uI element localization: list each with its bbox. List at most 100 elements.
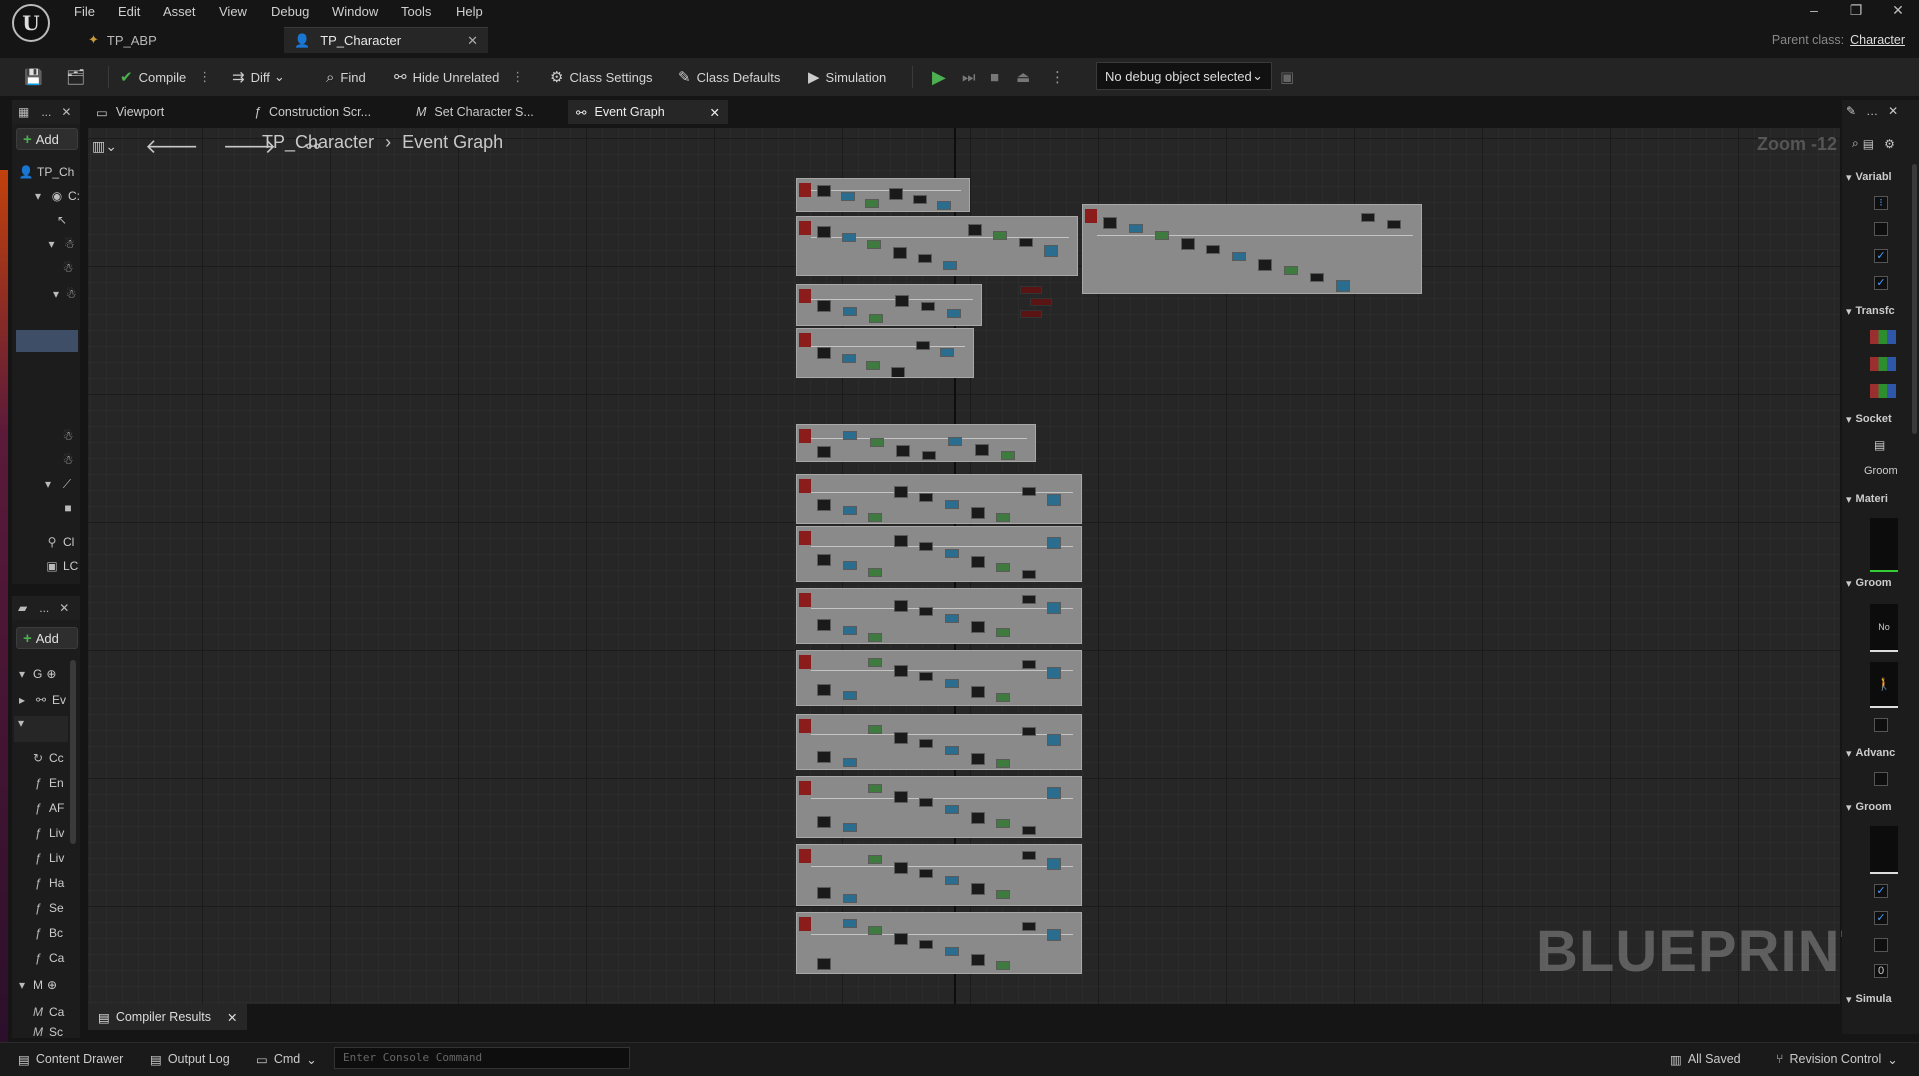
macros-section[interactable]: ▾ M ⊕: [14, 975, 68, 995]
play-icon[interactable]: ▶: [932, 64, 952, 90]
minimize-icon[interactable]: –: [1796, 2, 1832, 24]
menu-help[interactable]: Help: [456, 4, 483, 19]
revision-control-button[interactable]: ⑂ Revision Control ⌄: [1776, 1050, 1898, 1068]
function-row[interactable]: ƒ Ca: [30, 948, 70, 968]
comment-node-group[interactable]: [796, 526, 1082, 582]
component-row-capsule[interactable]: ▾ ◉ C:: [30, 186, 80, 206]
compile-button[interactable]: ✔ Compile ⋮: [120, 64, 211, 90]
add-circle-icon[interactable]: ⊕: [46, 667, 56, 681]
save-icon[interactable]: 💾: [24, 64, 49, 90]
tab-event-graph[interactable]: ⚯ Event Graph ✕: [568, 100, 728, 124]
comment-node-group[interactable]: [796, 474, 1082, 524]
kebab-icon[interactable]: ⋮: [198, 69, 211, 85]
add-component-button[interactable]: + Add: [16, 128, 78, 150]
back-arrow-icon[interactable]: 🡐: [145, 134, 199, 159]
details-section-groom-2[interactable]: ▾ Groom: [1846, 798, 1892, 816]
detail-field[interactable]: [1874, 718, 1888, 732]
function-row[interactable]: ƒ Liv: [30, 823, 70, 843]
bookmark-icon[interactable]: ▥⌄: [92, 138, 117, 155]
component-row-arrow[interactable]: ↖: [54, 210, 80, 230]
detail-field[interactable]: [1874, 772, 1888, 786]
menu-tools[interactable]: Tools: [401, 4, 431, 19]
detail-checkbox[interactable]: ✓: [1874, 884, 1888, 898]
scale-field[interactable]: [1870, 384, 1896, 398]
close-tab-icon[interactable]: ✕: [710, 105, 720, 120]
rotation-field[interactable]: [1870, 357, 1896, 371]
detail-checkbox[interactable]: ✓: [1874, 276, 1888, 290]
gear-icon[interactable]: ⚙: [1884, 137, 1895, 151]
detail-field[interactable]: [1874, 222, 1888, 236]
comment-node-group[interactable]: [796, 216, 1078, 276]
tab-viewport[interactable]: ▭ Viewport: [88, 100, 238, 124]
details-section-sockets[interactable]: ▾ Socket: [1846, 410, 1892, 428]
breadcrumb-current[interactable]: Event Graph: [402, 132, 503, 152]
detail-checkbox[interactable]: [1874, 938, 1888, 952]
find-button[interactable]: ⌕ Find: [326, 64, 366, 90]
eject-icon[interactable]: ⏏: [1016, 64, 1036, 90]
orphan-node[interactable]: [1030, 298, 1052, 306]
debug-filter-icon[interactable]: ▣: [1280, 64, 1300, 90]
menu-edit[interactable]: Edit: [118, 4, 140, 19]
orphan-node[interactable]: [1020, 310, 1042, 318]
close-window-icon[interactable]: ✕: [1880, 2, 1916, 24]
menu-window[interactable]: Window: [332, 4, 378, 19]
functions-section[interactable]: ▾: [14, 716, 68, 742]
all-saved-status[interactable]: ▥ All Saved: [1670, 1050, 1741, 1068]
add-member-button[interactable]: + Add: [16, 627, 78, 649]
search-icon[interactable]: ⌕: [1852, 136, 1859, 151]
component-row-child[interactable]: ☃: [60, 258, 80, 278]
component-row-child[interactable]: ☃: [60, 450, 80, 470]
component-row-cl[interactable]: ⚲ Cl: [44, 532, 80, 552]
component-row-lc[interactable]: ▣ LC: [44, 556, 80, 576]
comment-node-group[interactable]: [796, 178, 970, 212]
material-thumbnail[interactable]: [1870, 518, 1898, 572]
component-row-camera[interactable]: ■: [60, 498, 80, 518]
parent-class-link[interactable]: Character: [1850, 33, 1905, 47]
stop-icon[interactable]: ■: [990, 64, 1005, 90]
comment-node-group[interactable]: [796, 588, 1082, 644]
cmd-select[interactable]: ▭ Cmd ⌄: [256, 1050, 317, 1068]
function-row[interactable]: ƒ En: [30, 773, 70, 793]
simulation-button[interactable]: ▶ Simulation: [808, 64, 886, 90]
comment-node-group[interactable]: [796, 328, 974, 378]
add-circle-icon[interactable]: ⊕: [47, 978, 57, 992]
tab-construction-script[interactable]: ƒ Construction Scr...: [246, 100, 396, 124]
comment-node-group[interactable]: [796, 424, 1036, 462]
close-tab-icon[interactable]: ✕: [227, 1010, 237, 1025]
detail-checkbox[interactable]: ✓: [1874, 249, 1888, 263]
function-row[interactable]: ƒ Se: [30, 898, 70, 918]
detail-checkbox[interactable]: ✓: [1874, 911, 1888, 925]
function-row[interactable]: ƒ AF: [30, 798, 70, 818]
comment-node-group[interactable]: [796, 912, 1082, 974]
close-panel-icon[interactable]: ✕: [59, 601, 69, 615]
event-graph-row[interactable]: ▸ ⚯ Ev: [14, 690, 68, 710]
detail-field[interactable]: ⁝: [1874, 196, 1888, 210]
menu-debug[interactable]: Debug: [271, 4, 309, 19]
groom-binding-thumbnail[interactable]: 🚶: [1870, 662, 1898, 708]
menu-file[interactable]: File: [74, 4, 95, 19]
component-row-spring[interactable]: ▾ ⟋: [40, 474, 80, 494]
comment-node-group[interactable]: [796, 650, 1082, 706]
console-input[interactable]: Enter Console Command: [334, 1047, 630, 1069]
details-section-simulation[interactable]: ▾ Simula: [1846, 990, 1892, 1008]
details-section-variable[interactable]: ▾ Variabl: [1846, 168, 1892, 186]
details-scrollbar[interactable]: [1912, 164, 1917, 434]
component-row-root[interactable]: 👤 TP_Ch: [18, 162, 80, 182]
close-tab-icon[interactable]: ✕: [467, 33, 478, 49]
comment-node-group[interactable]: [1082, 204, 1422, 294]
close-panel-icon[interactable]: ✕: [61, 105, 71, 119]
menu-asset[interactable]: Asset: [163, 4, 196, 19]
details-section-materials[interactable]: ▾ Materi: [1846, 490, 1888, 508]
restore-icon[interactable]: ❐: [1838, 2, 1874, 24]
comment-node-group[interactable]: [796, 844, 1082, 906]
comment-node-group[interactable]: [796, 714, 1082, 770]
debug-object-select[interactable]: No debug object selected ⌄: [1096, 62, 1272, 90]
function-row[interactable]: ƒ Liv: [30, 848, 70, 868]
detail-number-field[interactable]: 0: [1874, 964, 1888, 978]
doc-tab-tp-character[interactable]: 👤 TP_Character ✕: [284, 27, 488, 53]
groom-asset-thumbnail[interactable]: No: [1870, 604, 1898, 652]
kebab-icon[interactable]: ⋮: [511, 69, 524, 85]
details-section-transform[interactable]: ▾ Transfc: [1846, 302, 1895, 320]
breadcrumb-root[interactable]: TP_Character: [262, 132, 374, 152]
function-row[interactable]: ƒ Ha: [30, 873, 70, 893]
